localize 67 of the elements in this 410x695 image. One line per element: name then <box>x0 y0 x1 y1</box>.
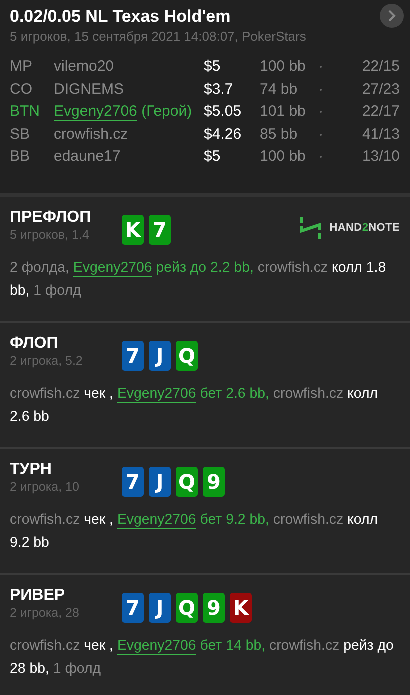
player-link[interactable]: Evgeny2706 <box>117 512 196 528</box>
street-title: ФЛОП <box>10 334 60 352</box>
player-stack: $4.26 <box>204 124 243 144</box>
player-link[interactable]: Evgeny2706 <box>117 386 196 402</box>
playing-card: J <box>149 592 171 622</box>
player-stack: $5 <box>204 147 222 167</box>
player-link[interactable]: Evgeny2706 <box>117 638 196 654</box>
separator-dot <box>320 111 322 114</box>
playing-card: 7 <box>122 466 144 496</box>
player-link[interactable]: Evgeny2706 <box>54 103 138 121</box>
player-stack: $3.7 <box>204 80 234 100</box>
street-title: РИВЕР <box>10 586 66 604</box>
player-name: edaune17 <box>54 147 122 167</box>
player-stack-bb: 74 bb <box>260 80 299 100</box>
player-stack: $5.05 <box>204 102 243 122</box>
player-name: vilemo20 <box>54 57 116 77</box>
action-summary: 2 фолда, Evgeny2706 рейз до 2.2 bb, crowfish.cz колл 1.8 bb, 1 фолд <box>10 258 388 300</box>
next-button[interactable] <box>380 4 404 28</box>
logo-text: HAND2NOTE <box>330 222 400 234</box>
hero-tag: (Герой) <box>142 103 192 120</box>
street-info: 2 игрока, 10 <box>10 480 80 494</box>
street-info: 2 игрока, 5.2 <box>10 354 84 368</box>
separator-dot <box>320 134 322 136</box>
player-stats: 22/15 <box>361 57 400 77</box>
playing-card: K <box>230 592 252 622</box>
action-summary: crowfish.cz чек , Evgeny2706 бет 9.2 bb, crowfish.cz колл 9.2 bb <box>10 510 380 552</box>
hand-details: 5 игроков, 15 сентября 2021 14:08:07, PokerStars <box>10 29 308 44</box>
player-stack-bb: 100 bb <box>260 57 307 77</box>
playing-card: Q <box>176 592 198 622</box>
player-position: SB <box>10 124 32 144</box>
playing-card: 9 <box>203 592 225 622</box>
player-position: MP <box>10 57 34 77</box>
player-stack: $5 <box>204 57 222 77</box>
logo-icon <box>300 216 322 238</box>
chevron-right-icon <box>388 10 396 22</box>
street-info: 2 игрока, 28 <box>10 606 80 620</box>
playing-card: J <box>149 466 171 496</box>
separator-dot <box>320 156 322 158</box>
player-stack-bb: 101 bb <box>260 102 307 122</box>
street-title: ПРЕФЛОП <box>10 208 92 226</box>
player-position: CO <box>10 80 34 100</box>
action-summary: crowfish.cz чек , Evgeny2706 бет 14 bb, crowfish.cz рейз до 28 bb, 1 фолд <box>10 636 395 678</box>
player-stats: 22/17 <box>361 102 400 122</box>
street-info: 5 игроков, 1.4 <box>10 228 90 242</box>
separator-dot <box>320 88 322 91</box>
player-stack-bb: 100 bb <box>260 147 307 167</box>
player-name: crowfish.cz <box>54 124 130 144</box>
player-position: BTN <box>10 102 41 122</box>
player-stats: 13/10 <box>361 147 400 167</box>
player-name: DIGNEMS <box>54 80 126 100</box>
player-position: BB <box>10 147 32 167</box>
player-link[interactable]: Evgeny2706 <box>73 260 152 276</box>
playing-card: Q <box>176 466 198 496</box>
hand-title: 0.02/0.05 NL Texas Hold'em <box>10 7 232 27</box>
playing-card: J <box>149 340 171 370</box>
street-title: ТУРН <box>10 460 53 478</box>
playing-card: Q <box>176 340 198 370</box>
action-summary: crowfish.cz чек , Evgeny2706 бет 2.6 bb, crowfish.cz колл 2.6 bb <box>10 384 380 426</box>
separator-dot <box>320 66 322 68</box>
player-stack-bb: 85 bb <box>260 124 299 144</box>
playing-card: 7 <box>149 214 171 244</box>
player-stats: 27/23 <box>361 80 400 100</box>
player-stats: 41/13 <box>361 124 400 144</box>
playing-card: K <box>122 214 144 244</box>
playing-card: 9 <box>203 466 225 496</box>
playing-card: 7 <box>122 592 144 622</box>
playing-card: 7 <box>122 340 144 370</box>
